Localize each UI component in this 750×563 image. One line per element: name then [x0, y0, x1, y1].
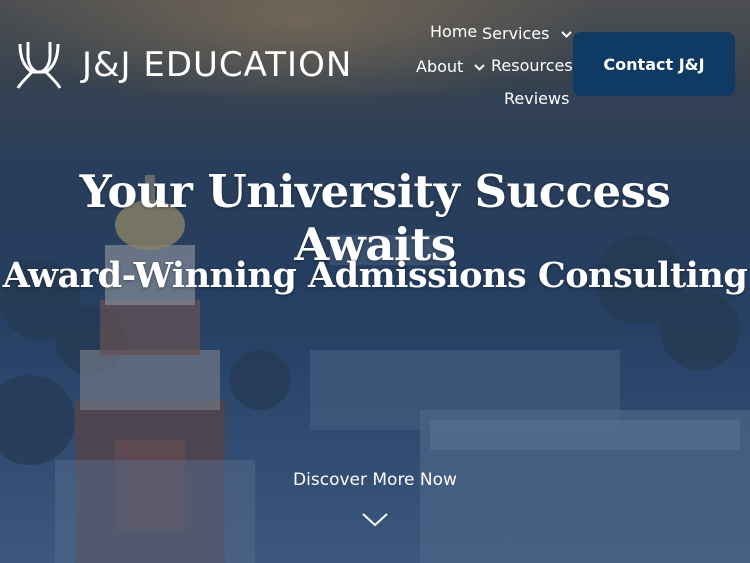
chevron-down-icon: [560, 31, 572, 38]
nav-resources[interactable]: Resources: [491, 56, 573, 75]
hero-subheadline: Award-Winning Admissions Consulting: [2, 255, 748, 296]
brand-logo[interactable]: J&J EDUCATION: [14, 40, 352, 90]
nav-services[interactable]: Services: [482, 24, 572, 43]
chevron-down-icon: [474, 64, 486, 71]
nav-about-label: About: [416, 57, 464, 76]
brand-name: J&J EDUCATION: [82, 45, 353, 85]
nav-reviews[interactable]: Reviews: [504, 89, 569, 108]
nav-services-label: Services: [482, 24, 550, 43]
nav-home[interactable]: Home: [430, 22, 477, 41]
contact-button[interactable]: Contact J&J: [573, 32, 735, 96]
nav-about[interactable]: About: [416, 57, 486, 76]
chevron-down-icon[interactable]: [360, 510, 390, 530]
discover-more-link[interactable]: Discover More Now: [0, 470, 750, 490]
jj-monogram-icon: [16, 42, 62, 89]
